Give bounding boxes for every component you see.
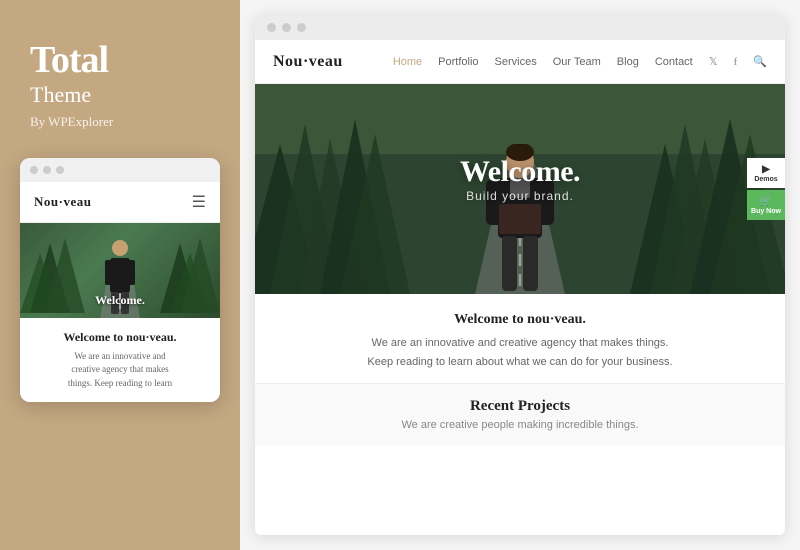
mobile-mockup: Nou·veau ☰ (20, 158, 220, 403)
nav-blog[interactable]: Blog (617, 56, 639, 68)
site-hero: Welcome. Build your brand. ▶ Demos 🛒 Buy… (255, 84, 785, 294)
site-content-text-2: Keep reading to learn about what we can … (285, 353, 755, 372)
recent-projects-section: Recent Projects We are creative people m… (255, 383, 785, 445)
mobile-hero-welcome: Welcome. (95, 293, 145, 308)
browser-dot-2 (282, 23, 291, 32)
mobile-brand: Nou·veau (34, 194, 91, 210)
site-nav: Nou·veau Home Portfolio Services Our Tea… (255, 40, 785, 84)
product-subtitle: Theme (20, 82, 220, 108)
cart-icon: 🛒 (760, 196, 772, 207)
search-icon[interactable]: 🔍 (753, 55, 767, 68)
recent-projects-sub: We are creative people making incredible… (285, 419, 755, 431)
mobile-hamburger-icon[interactable]: ☰ (192, 192, 206, 212)
browser-dot-3 (297, 23, 306, 32)
nav-our-team[interactable]: Our Team (553, 56, 601, 68)
mobile-top-bar (20, 158, 220, 182)
left-panel: Total Theme By WPExplorer Nou·veau ☰ (0, 0, 240, 550)
site-content-text-1: We are an innovative and creative agency… (285, 334, 755, 353)
twitter-icon[interactable]: 𝕏 (709, 55, 718, 68)
nav-contact[interactable]: Contact (655, 56, 693, 68)
hero-side-buttons: ▶ Demos 🛒 Buy Now (747, 158, 785, 220)
demos-button[interactable]: ▶ Demos (747, 158, 785, 188)
mobile-content: Welcome to nou·veau. We are an innovativ… (20, 318, 220, 403)
site-content-title: Welcome to nou·veau. (285, 312, 755, 328)
browser-chrome (255, 15, 785, 40)
demos-label: Demos (754, 176, 777, 183)
recent-projects-title: Recent Projects (285, 398, 755, 415)
nav-services[interactable]: Services (495, 56, 537, 68)
hero-text: Welcome. Build your brand. (460, 155, 580, 203)
site-content: Welcome to nou·veau. We are an innovativ… (255, 294, 785, 383)
hero-tagline-text: Build your brand. (460, 189, 580, 203)
mobile-hero: Welcome. (20, 223, 220, 318)
mobile-nav: Nou·veau ☰ (20, 182, 220, 223)
mobile-dot-2 (43, 166, 51, 174)
browser-window: Nou·veau Home Portfolio Services Our Tea… (255, 15, 785, 535)
nav-home[interactable]: Home (393, 56, 422, 68)
product-title: Total (20, 40, 220, 82)
facebook-icon[interactable]: f (734, 56, 738, 68)
buy-button[interactable]: 🛒 Buy Now (747, 190, 785, 220)
browser-content: Nou·veau Home Portfolio Services Our Tea… (255, 40, 785, 535)
mobile-content-text: We are an innovative andcreative agency … (34, 350, 206, 391)
nav-portfolio[interactable]: Portfolio (438, 56, 478, 68)
mobile-dot-1 (30, 166, 38, 174)
right-panel: Nou·veau Home Portfolio Services Our Tea… (240, 0, 800, 550)
buy-label: Buy Now (751, 208, 781, 215)
mobile-content-title: Welcome to nou·veau. (34, 330, 206, 345)
hero-welcome-text: Welcome. (460, 155, 580, 189)
demos-icon: ▶ (762, 164, 770, 175)
product-author: By WPExplorer (20, 114, 220, 130)
site-nav-links: Home Portfolio Services Our Team Blog Co… (393, 55, 767, 68)
mobile-dot-3 (56, 166, 64, 174)
site-brand: Nou·veau (273, 53, 343, 71)
browser-dot-1 (267, 23, 276, 32)
